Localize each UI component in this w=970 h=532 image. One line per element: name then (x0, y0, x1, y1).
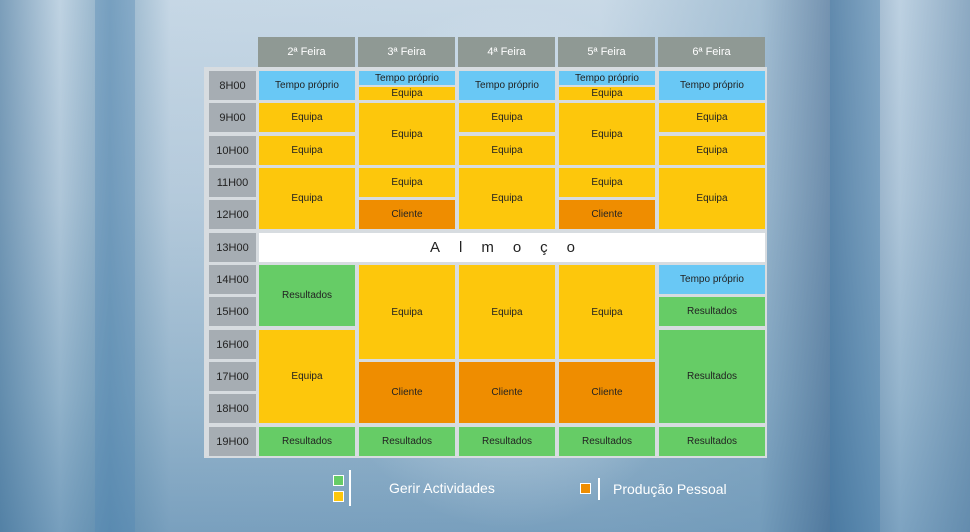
legend-square-cliente (580, 483, 591, 494)
slot-cliente[interactable]: Cliente (559, 200, 655, 229)
slot-tempo-proprio[interactable]: Tempo próprio (459, 71, 555, 100)
day-header-tue: 3ª Feira (358, 37, 455, 67)
time-label: 19H00 (209, 427, 256, 456)
day-header-mon: 2ª Feira (258, 37, 355, 67)
slot-resultados[interactable]: Resultados (559, 427, 655, 456)
slot-resultados[interactable]: Resultados (359, 427, 455, 456)
slot-equipa[interactable]: Equipa (659, 168, 765, 229)
background-stripe (95, 0, 135, 532)
slot-resultados[interactable]: Resultados (659, 297, 765, 326)
legend-gerir-actividades: Gerir Actividades (389, 480, 495, 496)
slot-equipa[interactable]: Equipa (459, 103, 555, 132)
slot-equipa[interactable]: Equipa (259, 330, 355, 423)
day-header-thu: 5ª Feira (558, 37, 655, 67)
slot-equipa[interactable]: Equipa (459, 168, 555, 229)
slot-tempo-proprio[interactable]: Tempo próprio (259, 71, 355, 100)
slot-resultados[interactable]: Resultados (259, 427, 355, 456)
slot-equipa[interactable]: Equipa (659, 136, 765, 165)
slot-equipa[interactable]: Equipa (559, 87, 655, 100)
slot-cliente[interactable]: Cliente (359, 362, 455, 423)
time-label: 8H00 (209, 71, 256, 100)
slot-equipa[interactable]: Equipa (359, 103, 455, 165)
slot-equipa[interactable]: Equipa (259, 168, 355, 229)
legend-divider (598, 478, 600, 500)
slot-resultados[interactable]: Resultados (659, 427, 765, 456)
slot-equipa[interactable]: Equipa (559, 168, 655, 197)
time-label: 16H00 (209, 330, 256, 359)
legend-producao-pessoal: Produção Pessoal (613, 481, 727, 497)
slot-equipa[interactable]: Equipa (659, 103, 765, 132)
slot-tempo-proprio[interactable]: Tempo próprio (359, 71, 455, 85)
slot-equipa[interactable]: Equipa (559, 103, 655, 165)
slot-equipa[interactable]: Equipa (259, 103, 355, 132)
slot-cliente[interactable]: Cliente (559, 362, 655, 423)
slot-resultados[interactable]: Resultados (259, 265, 355, 326)
day-header-fri: 6ª Feira (658, 37, 765, 67)
slot-cliente[interactable]: Cliente (459, 362, 555, 423)
time-label: 9H00 (209, 103, 256, 132)
time-label: 18H00 (209, 394, 256, 423)
time-label: 11H00 (209, 168, 256, 197)
slot-equipa[interactable]: Equipa (359, 265, 455, 359)
slot-equipa[interactable]: Equipa (459, 265, 555, 359)
legend-divider (349, 470, 351, 506)
slot-tempo-proprio[interactable]: Tempo próprio (659, 265, 765, 294)
slot-tempo-proprio[interactable]: Tempo próprio (559, 71, 655, 85)
legend-square-equipa (333, 491, 344, 502)
time-label: 14H00 (209, 265, 256, 294)
slot-equipa[interactable]: Equipa (259, 136, 355, 165)
slot-resultados[interactable]: Resultados (459, 427, 555, 456)
time-label: 10H00 (209, 136, 256, 165)
slot-equipa[interactable]: Equipa (459, 136, 555, 165)
slot-cliente[interactable]: Cliente (359, 200, 455, 229)
slot-tempo-proprio[interactable]: Tempo próprio (659, 71, 765, 100)
slot-equipa[interactable]: Equipa (359, 87, 455, 100)
time-label: 13H00 (209, 233, 256, 262)
time-label: 15H00 (209, 297, 256, 326)
slot-equipa[interactable]: Equipa (559, 265, 655, 359)
time-label: 12H00 (209, 200, 256, 229)
slot-resultados[interactable]: Resultados (659, 330, 765, 423)
slot-equipa[interactable]: Equipa (359, 168, 455, 197)
lunch-row: Almoço (259, 233, 765, 262)
legend-square-resultados (333, 475, 344, 486)
time-label: 17H00 (209, 362, 256, 391)
day-header-wed: 4ª Feira (458, 37, 555, 67)
background-stripe (830, 0, 880, 532)
